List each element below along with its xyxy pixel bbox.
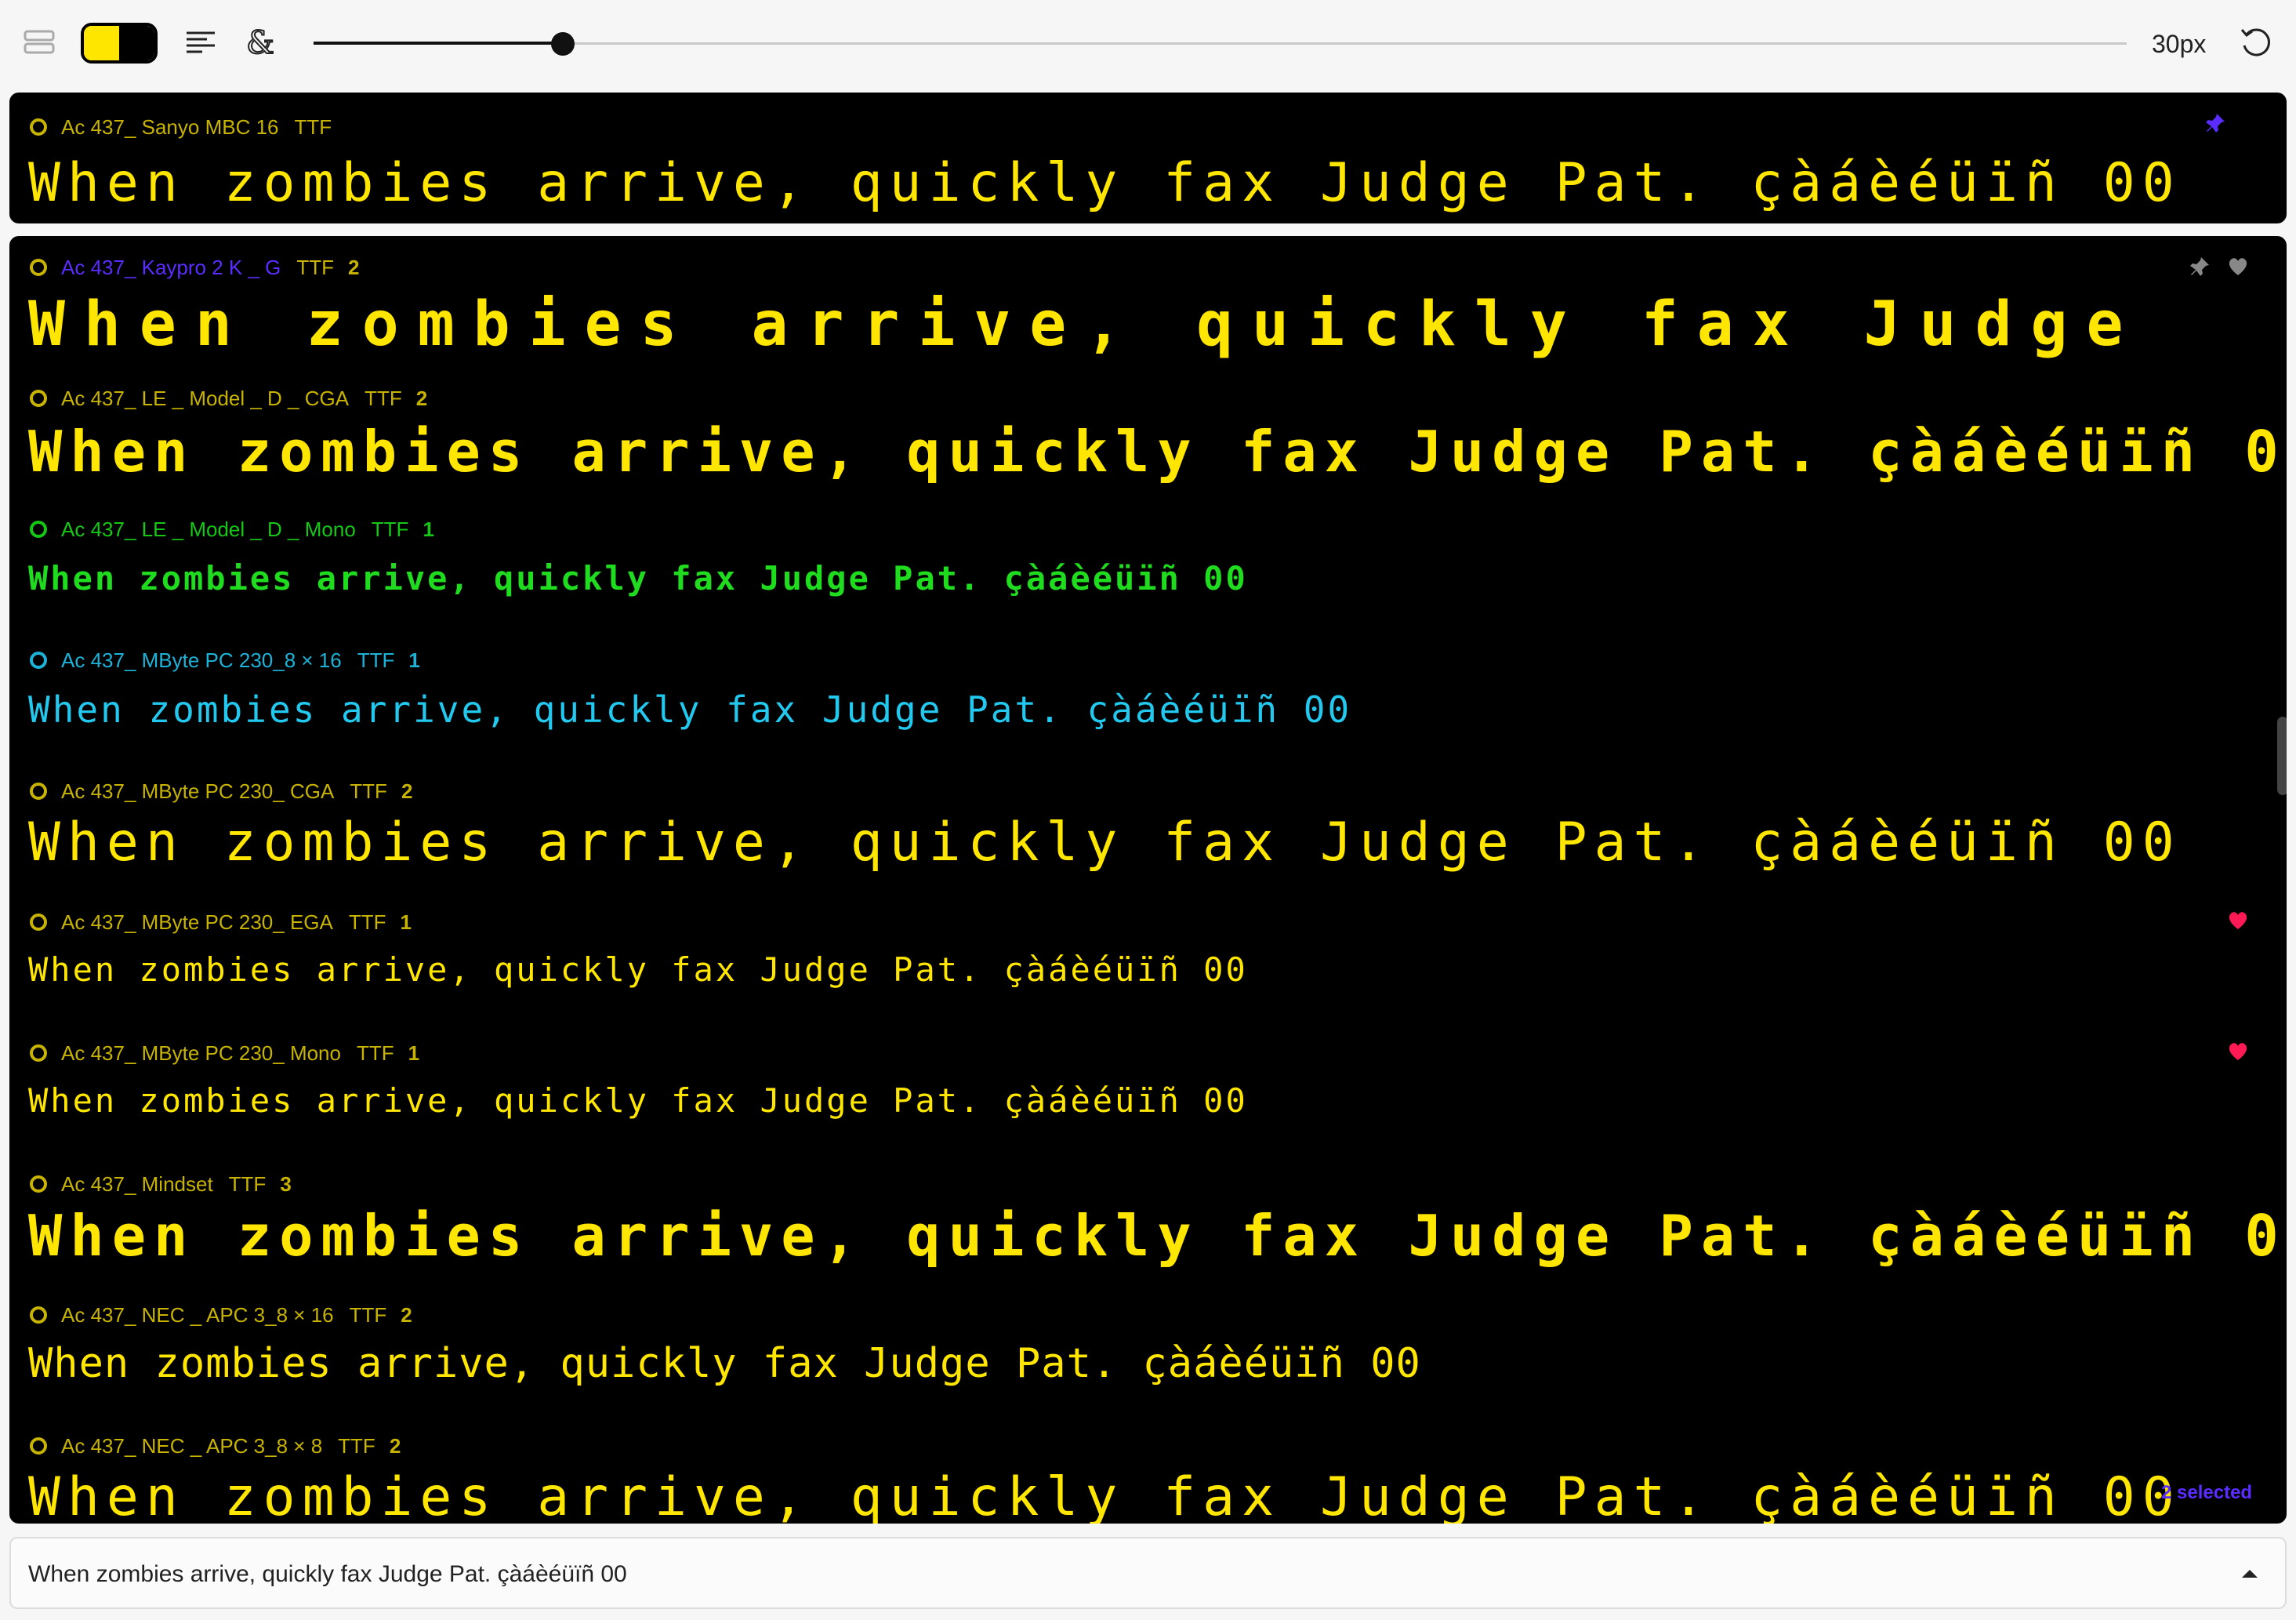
heart-icon[interactable] [2226,1040,2250,1063]
color-swatch-toggle[interactable] [81,23,158,64]
font-count: 2 [348,255,360,279]
font-sample: When zombies arrive, quickly fax Judge P… [28,559,1248,598]
font-format: TTF [348,910,386,934]
select-ring-icon[interactable] [30,1175,47,1193]
select-ring-icon[interactable] [30,914,47,931]
font-count: 1 [400,910,412,934]
font-name: Ac 437_ MByte PC 230_8 × 16 [61,648,342,672]
font-name: Ac 437_ MByte PC 230_ EGA [61,910,333,934]
select-ring-icon[interactable] [30,390,47,407]
heart-icon[interactable] [2226,255,2250,278]
font-name: Ac 437_ LE _ Model _ D _ CGA [61,386,350,410]
select-ring-icon[interactable] [30,259,47,276]
font-count: 2 [401,779,413,803]
size-slider-fill [314,42,563,45]
scrollbar-thumb[interactable] [2277,717,2287,795]
font-format: TTF [356,1041,394,1065]
layout-rows-icon[interactable] [20,22,61,63]
font-sample: When zombies arrive, quickly fax Judge P… [28,1466,2182,1524]
font-sample: When zombies arrive, quickly fax Judge P… [28,812,2182,874]
font-name: Ac 437_ Kaypro 2 K _ G [61,255,281,279]
pinned-font-panel: Ac 437_ Sanyo MBC 16 TTF When zombies ar… [9,93,2287,223]
pin-icon[interactable] [2189,255,2212,278]
font-name: Ac 437_ MByte PC 230_ CGA [61,779,335,803]
font-meta: Ac 437_ Kaypro 2 K _ G TTF 2 [30,252,360,283]
font-format: TTF [228,1171,267,1196]
font-sample: When zombies arrive, quickly fax Judge P… [28,1081,1248,1120]
font-count: 1 [408,648,420,672]
select-ring-icon[interactable] [30,118,47,136]
font-meta: Ac 437_ NEC _ APC 3_8 × 8 TTF 2 [30,1430,401,1462]
font-count: 2 [389,1433,401,1458]
font-meta: Ac 437_ MByte PC 230_ EGA TTF 1 [30,906,412,938]
size-label: 30px [2152,30,2207,58]
font-format: TTF [338,1433,375,1458]
select-ring-icon[interactable] [30,521,47,538]
select-ring-icon[interactable] [30,652,47,669]
font-meta: Ac 437_ MByte PC 230_8 × 16 TTF 1 [30,645,420,676]
font-name: Ac 437_ Sanyo MBC 16 [61,114,279,139]
ampersand-icon[interactable]: & [240,22,281,63]
font-meta: Ac 437_ LE _ Model _ D _ Mono TTF 1 [30,514,434,545]
font-name: Ac 437_ LE _ Model _ D _ Mono [61,517,356,541]
size-slider-track[interactable] [314,42,2127,45]
select-ring-icon[interactable] [30,1306,47,1324]
select-ring-icon[interactable] [30,1044,47,1062]
font-format: TTF [365,386,402,410]
font-name: Ac 437_ NEC _ APC 3_8 × 16 [61,1302,334,1327]
font-format: TTF [357,648,395,672]
sample-text-input[interactable] [28,1557,2223,1592]
align-left-icon[interactable] [180,22,221,63]
font-count: 2 [401,1302,412,1327]
font-name: Ac 437_ MByte PC 230_ Mono [61,1041,341,1065]
font-meta: Ac 437_ Mindset TTF 3 [30,1168,292,1200]
reset-icon[interactable] [2236,22,2276,63]
select-ring-icon[interactable] [30,783,47,800]
font-sample: When zombies arrive, quickly fax Judge P… [28,152,2182,214]
chevron-up-icon[interactable] [2236,1562,2264,1585]
font-meta: Ac 437_ LE _ Model _ D _ CGA TTF 2 [30,383,427,414]
font-format: TTF [296,255,335,279]
font-name: Ac 437_ NEC _ APC 3_8 × 8 [61,1433,323,1458]
font-meta: Ac 437_ MByte PC 230_ CGA TTF 2 [30,775,412,807]
font-count: 1 [408,1041,420,1065]
font-format: TTF [371,517,409,541]
foreground-swatch [84,26,119,60]
font-sample: When zombies arrive, quickly fax Judge P… [28,419,2287,485]
font-count: 3 [280,1171,292,1196]
font-sample: When zombies arrive, quickly fax Judge [28,289,2142,360]
font-meta: Ac 437_ NEC _ APC 3_8 × 16 TTF 2 [30,1299,412,1331]
toolbar: & 30px [0,0,2296,86]
font-format: TTF [350,779,387,803]
font-count: 2 [415,386,428,410]
select-ring-icon[interactable] [30,1437,47,1455]
heart-icon[interactable] [2226,909,2250,932]
font-count: 1 [423,517,434,541]
font-sample: When zombies arrive, quickly fax Judge P… [28,1340,1421,1387]
font-sample: When zombies arrive, quickly fax Judge P… [28,688,1352,731]
sample-text-bar [9,1537,2287,1609]
font-meta: Ac 437_ Sanyo MBC 16 TTF [30,111,332,143]
font-meta: Ac 437_ MByte PC 230_ Mono TTF 1 [30,1037,419,1069]
font-name: Ac 437_ Mindset [61,1171,213,1196]
font-format: TTF [294,114,332,139]
font-sample: When zombies arrive, quickly fax Judge P… [28,1203,2287,1269]
size-slider-thumb[interactable] [551,32,575,56]
font-list: Ac 437_ Kaypro 2 K _ G TTF 2 When zombie… [9,236,2287,1524]
background-swatch [119,26,154,60]
pin-icon[interactable] [2204,111,2228,135]
font-sample: When zombies arrive, quickly fax Judge P… [28,950,1248,989]
svg-text:&: & [246,25,274,61]
font-format: TTF [349,1302,387,1327]
selected-count: 2 selected [2161,1482,2253,1503]
